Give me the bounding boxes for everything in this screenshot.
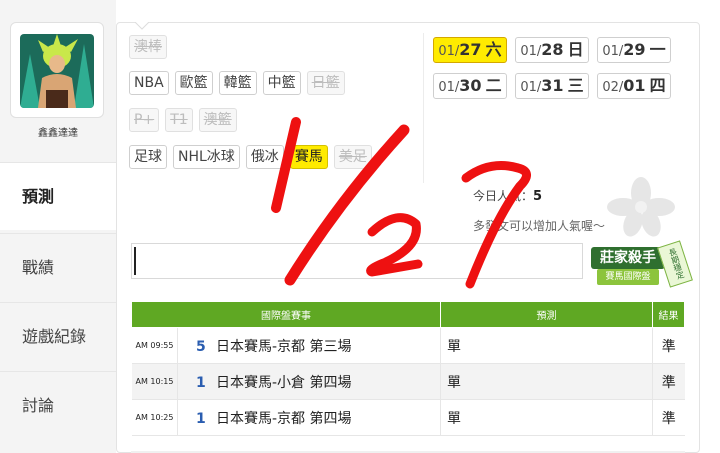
header-event: 國際盤賽事 bbox=[131, 301, 441, 328]
category-aus-baseball[interactable]: 澳棒 bbox=[129, 35, 167, 59]
race-event[interactable]: 1 日本賽馬-小倉 第四場 bbox=[177, 363, 441, 400]
race-number: 1 bbox=[196, 410, 206, 427]
race-event[interactable]: 5 日本賽馬-京都 第三場 bbox=[177, 327, 441, 364]
nav-item-discussion[interactable]: 討論 bbox=[0, 371, 116, 439]
category-american-football[interactable]: 美足 bbox=[333, 145, 372, 169]
category-aus-basketball[interactable]: 澳籃 bbox=[198, 108, 237, 132]
race-name: 日本賽馬-京都 第四場 bbox=[216, 410, 352, 427]
category-nhl[interactable]: NHL冰球 bbox=[173, 145, 240, 169]
sidebar: 鑫鑫達達 預測 戰績 遊戲紀錄 討論 bbox=[0, 0, 116, 453]
race-time: AM 09:55 bbox=[131, 327, 178, 364]
result-value: 準 bbox=[652, 363, 685, 400]
race-event[interactable]: 1 日本賽馬-京都 第四場 bbox=[177, 399, 441, 436]
text-caret bbox=[134, 247, 136, 275]
panel-notch-icon bbox=[135, 22, 149, 30]
badge-title: 莊家殺手 bbox=[591, 247, 665, 269]
badge-subtitle: 賽馬國際盤 bbox=[597, 269, 659, 285]
comment-input[interactable] bbox=[131, 243, 583, 279]
nav-item-predict[interactable]: 預測 bbox=[0, 162, 116, 230]
popularity-counter: 今日人氣：5 bbox=[473, 189, 543, 204]
prediction-value: 單 bbox=[440, 399, 653, 436]
race-name: 日本賽馬-小倉 第四場 bbox=[216, 374, 352, 391]
table-row: AM 10:25 1 日本賽馬-京都 第四場 單 準 bbox=[131, 399, 685, 436]
header-prediction: 預測 bbox=[440, 301, 653, 328]
race-time: AM 10:25 bbox=[131, 399, 178, 436]
race-number: 5 bbox=[196, 338, 206, 355]
category-japan-basketball[interactable]: 日籃 bbox=[306, 71, 345, 95]
date-0129[interactable]: 01/29 一 bbox=[597, 37, 671, 63]
category-china-basketball[interactable]: 中籃 bbox=[262, 71, 301, 95]
race-number: 1 bbox=[196, 374, 206, 391]
prediction-table: 國際盤賽事 預測 結果 AM 09:55 5 日本賽馬-京都 第三場 單 準 AM… bbox=[131, 301, 685, 436]
category-nba[interactable]: NBA bbox=[129, 71, 169, 95]
divider bbox=[423, 33, 424, 183]
nav-item-record[interactable]: 戰績 bbox=[0, 233, 116, 301]
header-result: 結果 bbox=[652, 301, 685, 328]
table-row: AM 10:15 1 日本賽馬-小倉 第四場 單 準 bbox=[131, 363, 685, 400]
nav-item-game-history[interactable]: 遊戲紀錄 bbox=[0, 302, 116, 370]
category-korea-basketball[interactable]: 韓籃 bbox=[218, 71, 257, 95]
achievement-badge: 莊家殺手 賽馬國際盤 長期穩定 bbox=[585, 237, 693, 293]
date-0128[interactable]: 01/28 日 bbox=[515, 37, 589, 63]
category-horse-racing[interactable]: 賽馬 bbox=[289, 145, 328, 169]
prediction-value: 單 bbox=[440, 363, 653, 400]
category-p-plus[interactable]: P+ bbox=[129, 108, 160, 132]
date-0127[interactable]: 01/27 六 bbox=[433, 37, 507, 63]
date-0130[interactable]: 01/30 二 bbox=[433, 73, 507, 99]
race-name: 日本賽馬-京都 第三場 bbox=[216, 338, 352, 355]
category-euro-basketball[interactable]: 歐籃 bbox=[174, 71, 213, 95]
popularity-hint: 多發文可以增加人氣喔～ bbox=[473, 219, 606, 233]
prediction-value: 單 bbox=[440, 327, 653, 364]
main-panel: 澳棒 NBA 歐籃 韓籃 中籃 日籃 P+ T1 澳籃 足球 NHL冰球 俄冰 賽馬 美足 01/2… bbox=[116, 22, 700, 453]
avatar-card[interactable] bbox=[10, 22, 104, 118]
category-russia-hockey[interactable]: 俄冰 bbox=[245, 145, 284, 169]
username: 鑫鑫達達 bbox=[38, 128, 78, 139]
avatar[interactable] bbox=[20, 34, 94, 108]
badge-tag: 長期穩定 bbox=[657, 240, 693, 288]
category-soccer[interactable]: 足球 bbox=[129, 145, 167, 169]
category-t1[interactable]: T1 bbox=[165, 108, 193, 132]
date-0201[interactable]: 02/01 四 bbox=[597, 73, 671, 99]
result-value: 準 bbox=[652, 327, 685, 364]
flower-decoration-icon bbox=[607, 177, 675, 237]
table-row: AM 09:55 5 日本賽馬-京都 第三場 單 準 bbox=[131, 327, 685, 364]
result-value: 準 bbox=[652, 399, 685, 436]
race-time: AM 10:15 bbox=[131, 363, 178, 400]
date-0131[interactable]: 01/31 三 bbox=[515, 73, 589, 99]
